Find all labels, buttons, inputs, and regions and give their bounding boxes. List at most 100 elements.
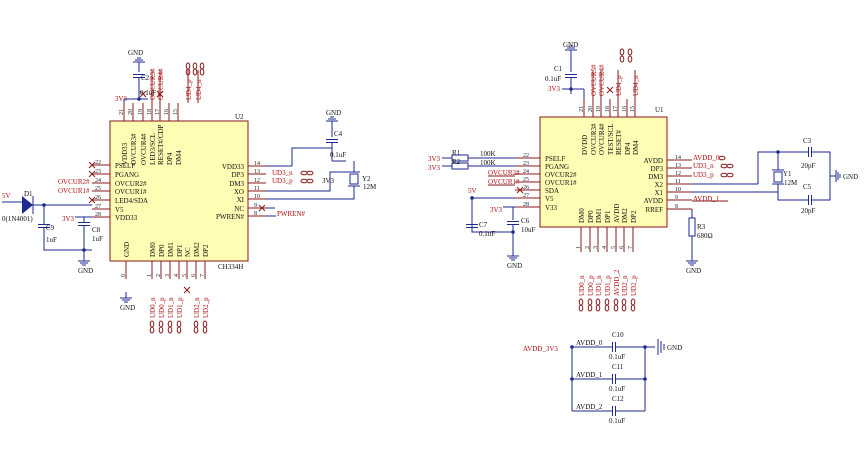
net-port	[199, 62, 205, 70]
pin-name: VDD33	[115, 214, 138, 222]
pin-number: 25	[95, 186, 101, 192]
net-port	[718, 155, 726, 161]
pin-name: AVDD	[644, 197, 663, 205]
ic-designator: U1	[655, 106, 664, 114]
y1-value: 12M	[784, 179, 798, 187]
pin-number: 20	[588, 106, 594, 112]
decoupling-ref: C10	[612, 331, 624, 339]
pin-name: X2	[654, 181, 663, 189]
net-port	[158, 326, 164, 334]
net-5v: 5V	[2, 192, 11, 200]
avdd1-net: AVDD_1	[693, 195, 720, 203]
net-port	[720, 163, 728, 169]
pin-name: DP2	[630, 210, 638, 223]
net-port	[726, 172, 734, 178]
gnd-r3: GND	[686, 267, 701, 275]
net-port	[630, 304, 636, 312]
net-3v3-left: 3V3	[62, 215, 75, 223]
pin-number: 10	[254, 194, 260, 200]
pin-number: 4	[602, 246, 608, 249]
bottom-net-label: UD2_n	[621, 275, 629, 296]
pin-number: 8	[675, 204, 678, 210]
wire	[777, 192, 808, 201]
d1-value: 0(1N4001)	[2, 215, 33, 223]
pin-number: 7	[628, 246, 634, 249]
pin-number: 6	[191, 274, 197, 277]
pin-number: 10	[675, 187, 681, 193]
pin-name: RESET#	[615, 130, 623, 155]
pin-name: DM0	[149, 242, 157, 257]
pin-number: 14	[675, 155, 681, 161]
net-port	[306, 178, 314, 184]
pin-number: 18	[605, 106, 611, 112]
pin-number: 24	[523, 169, 529, 175]
pin-name: DM2	[621, 208, 629, 223]
net-port	[193, 320, 199, 328]
junction-dot	[643, 377, 647, 381]
pin-number: 2	[585, 246, 591, 249]
pin-name: OVCUR3#	[130, 133, 138, 165]
net-port	[193, 326, 199, 334]
c1-ref: C1	[554, 65, 563, 73]
net-port	[720, 172, 728, 178]
y1-ref: Y1	[783, 170, 792, 178]
dm3-net: UD3_p	[272, 177, 293, 185]
pin-name: VDD33	[222, 163, 245, 171]
d1-ref: D1	[24, 190, 33, 198]
pin-name: V5	[545, 195, 554, 203]
gnd-left: GND	[78, 267, 93, 275]
c7-value: 0.1uF	[479, 230, 495, 238]
pin-number: 1	[576, 246, 582, 249]
net-port	[192, 68, 198, 76]
net-port	[726, 163, 734, 169]
pin-number: 4	[174, 274, 180, 277]
pin-number: 22	[95, 160, 101, 166]
pin-number: 12	[675, 171, 681, 177]
r3-value: 680Ω	[697, 232, 713, 240]
pin-name: LED4/SDA	[115, 197, 148, 205]
pin-number: 3	[165, 274, 171, 277]
net-port	[202, 326, 208, 334]
pin-number: 17	[155, 109, 161, 115]
net-port	[619, 48, 625, 56]
net-port	[185, 62, 191, 70]
pin-name: SDA	[545, 187, 559, 195]
pin-number: 9	[675, 195, 678, 201]
wire	[812, 151, 831, 201]
bottom-net-label: UD1_p	[176, 297, 184, 318]
pin-number: 15	[173, 109, 179, 115]
right-hub-circuit: U122 PSELF23 PGANG24 OVCUR2#25 OVCUR1#26 SDA2…	[428, 41, 858, 312]
avdd3v3-input: AVDD_3V3	[523, 345, 558, 353]
dp3-net: UD3_n	[272, 169, 293, 177]
junction-dot	[570, 345, 574, 349]
pin-number: 25	[523, 177, 529, 183]
pin-name: PGANG	[115, 171, 139, 179]
pin-name: LED3/SCL	[149, 133, 157, 165]
avdd-row-net: AVDD_2	[576, 403, 603, 411]
pin-name: TEST/SCL	[607, 123, 615, 155]
pin-name: DP4	[166, 152, 174, 165]
pin-name: DP1	[176, 244, 184, 257]
decoupling-ref: C11	[612, 363, 624, 371]
net-port	[613, 304, 619, 312]
net-port	[595, 304, 601, 312]
c5-ref: C5	[803, 183, 812, 191]
bottom-net-label: UD1_p	[604, 275, 612, 296]
pin-name: PSELF	[545, 155, 565, 163]
pin-name: OVCUR2#	[115, 180, 147, 188]
pin-name: OVCUR4#	[140, 133, 148, 165]
net-port	[630, 298, 636, 306]
net-port	[176, 320, 182, 328]
y2-value: 12M	[363, 183, 377, 191]
net-port	[578, 298, 584, 306]
pin-number: 17	[613, 106, 619, 112]
bottom-net-label: UD2_n	[193, 297, 201, 318]
pin-name: DM1	[167, 242, 175, 257]
junction-dot	[470, 196, 474, 200]
decoupling-value: 0.1uF	[609, 385, 625, 393]
net-port	[627, 55, 633, 63]
bottom-net-label: UD2_p	[630, 275, 638, 296]
pin-name: DP1	[604, 210, 612, 223]
c4-value: 0.1uF	[330, 151, 346, 159]
pin-name: DM0	[578, 208, 586, 223]
